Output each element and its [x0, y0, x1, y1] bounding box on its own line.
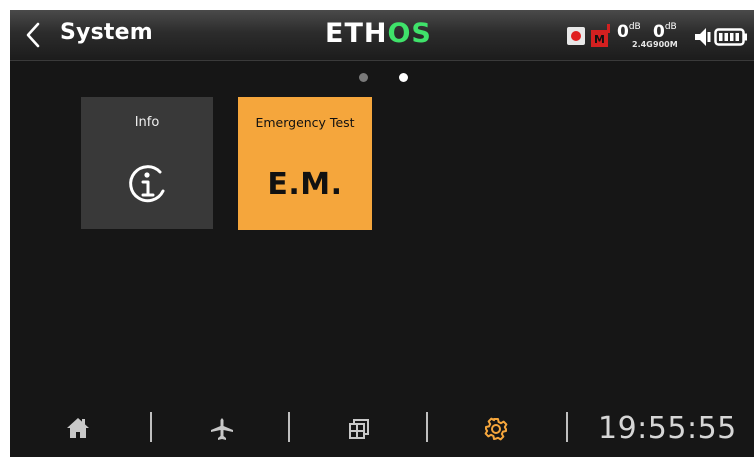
gear-icon[interactable]	[484, 417, 508, 441]
clock: 19:55:55	[598, 411, 737, 446]
rssi-2.4g-band: 2.4G	[632, 40, 653, 49]
back-button[interactable]	[18, 18, 52, 52]
nav-separator	[566, 412, 568, 442]
page-dot-1[interactable]	[359, 73, 368, 82]
chevron-left-icon	[26, 22, 40, 48]
rssi-900m-value: 0	[653, 22, 665, 42]
rssi-2.4g-unit: dB	[628, 22, 641, 32]
logo-os: OS	[387, 18, 432, 49]
top-bar: System ETHOS M 0dB 2.4G 0dB 900M	[10, 10, 754, 61]
rssi-900m-unit: dB	[664, 22, 677, 32]
info-tile-label: Info	[134, 115, 160, 130]
screen: System ETHOS M 0dB 2.4G 0dB 900M Info Em…	[10, 10, 754, 457]
rssi-900m-band: 900M	[653, 40, 678, 49]
nav-separator	[426, 412, 428, 442]
rssi-2.4g-value: 0	[617, 22, 629, 42]
emergency-test-text: E.M.	[267, 167, 343, 202]
logo-eth: ETH	[325, 18, 388, 49]
page-dot-2-active[interactable]	[399, 73, 408, 82]
nav-separator	[288, 412, 290, 442]
model-icon[interactable]: M	[590, 24, 612, 48]
emergency-test-label: Emergency Test	[255, 115, 355, 130]
battery-icon	[714, 28, 747, 46]
emergency-test-tile[interactable]: Emergency Test E.M.	[238, 97, 372, 230]
speaker-icon[interactable]	[694, 26, 712, 48]
rssi-900m: 0dB 900M	[653, 20, 678, 49]
page-title: System	[60, 20, 153, 45]
display-icon[interactable]	[348, 418, 370, 440]
info-tile[interactable]: Info	[81, 97, 213, 229]
rssi-2.4g: 0dB 2.4G	[617, 20, 653, 49]
info-icon	[129, 165, 165, 203]
ethos-logo: ETHOS	[325, 17, 432, 51]
nav-separator	[150, 412, 152, 442]
record-icon[interactable]	[567, 27, 585, 45]
home-icon[interactable]	[66, 417, 90, 439]
airplane-icon[interactable]	[210, 416, 234, 442]
model-badge-text: M	[594, 33, 605, 46]
